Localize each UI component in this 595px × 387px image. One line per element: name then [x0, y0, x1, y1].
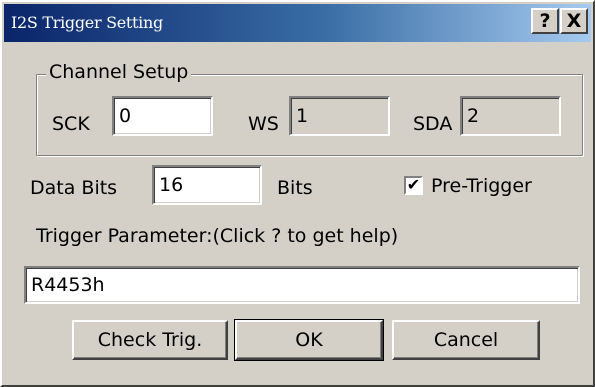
help-button[interactable]: ?	[531, 8, 559, 34]
title-bar[interactable]: I2S Trigger Setting ? X	[4, 4, 591, 42]
sck-input[interactable]: 0	[112, 96, 213, 136]
cancel-button[interactable]: Cancel	[392, 320, 540, 360]
sda-input: 2	[460, 96, 561, 136]
trigger-parameter-input[interactable]: R4453h	[24, 266, 580, 304]
channel-setup-legend: Channel Setup	[46, 60, 192, 84]
check-trig-button[interactable]: Check Trig.	[72, 320, 228, 360]
ws-label: WS	[248, 113, 279, 135]
data-bits-label: Data Bits	[30, 177, 118, 199]
trigger-parameter-label: Trigger Parameter:(Click ? to get help)	[36, 225, 399, 247]
pre-trigger-label[interactable]: Pre-Trigger	[431, 174, 532, 198]
data-bits-input[interactable]: 16	[152, 165, 262, 205]
pre-trigger-checkbox[interactable]: ✔	[404, 176, 423, 195]
dialog-window: I2S Trigger Setting ? X Channel Setup SC…	[0, 0, 595, 387]
dialog-title: I2S Trigger Setting	[11, 13, 163, 32]
sck-label: SCK	[52, 113, 90, 135]
sda-label: SDA	[413, 113, 453, 135]
data-bits-unit: Bits	[277, 177, 313, 199]
close-button[interactable]: X	[560, 8, 588, 34]
ws-input: 1	[289, 96, 390, 136]
ok-button[interactable]: OK	[234, 319, 384, 361]
